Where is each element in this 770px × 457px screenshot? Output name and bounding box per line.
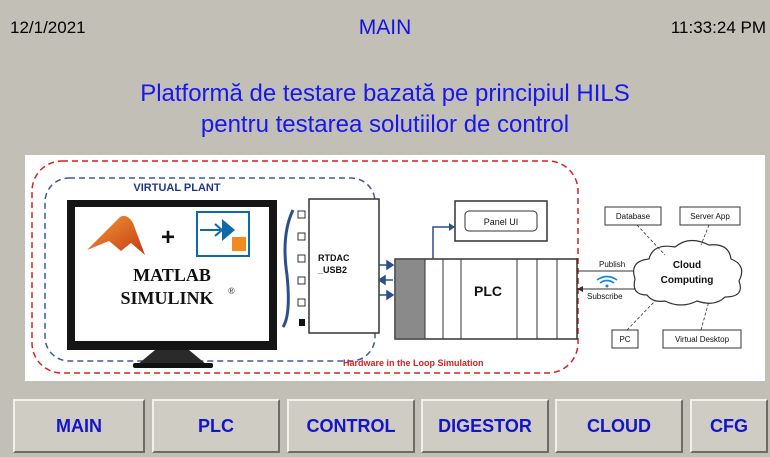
nav-cfg-button[interactable]: CFG (690, 399, 768, 453)
simulink-label: SIMULINK (120, 288, 213, 308)
subscribe-label: Subscribe (587, 292, 623, 301)
heading-line-1: Platformă de testare bazată pe principiu… (140, 80, 630, 107)
cloud-icon (633, 239, 743, 306)
nav-plc-button[interactable]: PLC (152, 399, 280, 453)
time-display: 11:33:24 PM (670, 18, 766, 37)
database-label: Database (616, 212, 651, 221)
nav-digestor-button[interactable]: DIGESTOR (421, 399, 549, 453)
plc-rack (394, 258, 578, 340)
usb-cable (281, 209, 295, 328)
plc-label: PLC (474, 283, 502, 299)
hils-diagram-svg: VIRTUAL PLANT + MATLAB SIMULINK ® RTDAC … (31, 160, 743, 374)
publish-label: Publish (599, 260, 625, 269)
server-app-label: Server App (690, 212, 730, 221)
nav-cloud-button[interactable]: CLOUD (555, 399, 683, 453)
cloud-label-2: Computing (661, 275, 714, 286)
registered-mark: ® (228, 286, 235, 296)
plus-sign: + (161, 224, 175, 251)
virtual-plant-label: VIRTUAL PLANT (133, 182, 220, 194)
io-arrows (377, 259, 395, 301)
panel-arrow-head (449, 223, 455, 231)
screen-title: MAIN (358, 16, 412, 39)
nav-bar: MAIN PLC CONTROL DIGESTOR CLOUD CFG (0, 395, 770, 457)
wifi-icon (596, 275, 618, 288)
hils-diagram: VIRTUAL PLANT + MATLAB SIMULINK ® RTDAC … (25, 155, 765, 381)
hils-label: Hardware in the Loop Simulation (343, 358, 484, 368)
nav-main-button[interactable]: MAIN (13, 399, 145, 453)
panel-link-arrow (432, 226, 451, 259)
heading-line-2: pentru testarea solutiilor de control (200, 111, 570, 138)
nav-control-button[interactable]: CONTROL (287, 399, 415, 453)
page-heading: Platformă de testare bazată pe principiu… (0, 78, 770, 140)
virtual-desktop-label: Virtual Desktop (675, 335, 730, 344)
pc-label: PC (619, 335, 630, 344)
rtdac-label-1: RTDAC (318, 253, 350, 263)
cloud-label-1: Cloud (673, 260, 701, 271)
matlab-label: MATLAB (133, 265, 211, 285)
panel-ui-label: Panel UI (484, 217, 519, 227)
rtdac-label-2: _USB2 (317, 265, 347, 275)
